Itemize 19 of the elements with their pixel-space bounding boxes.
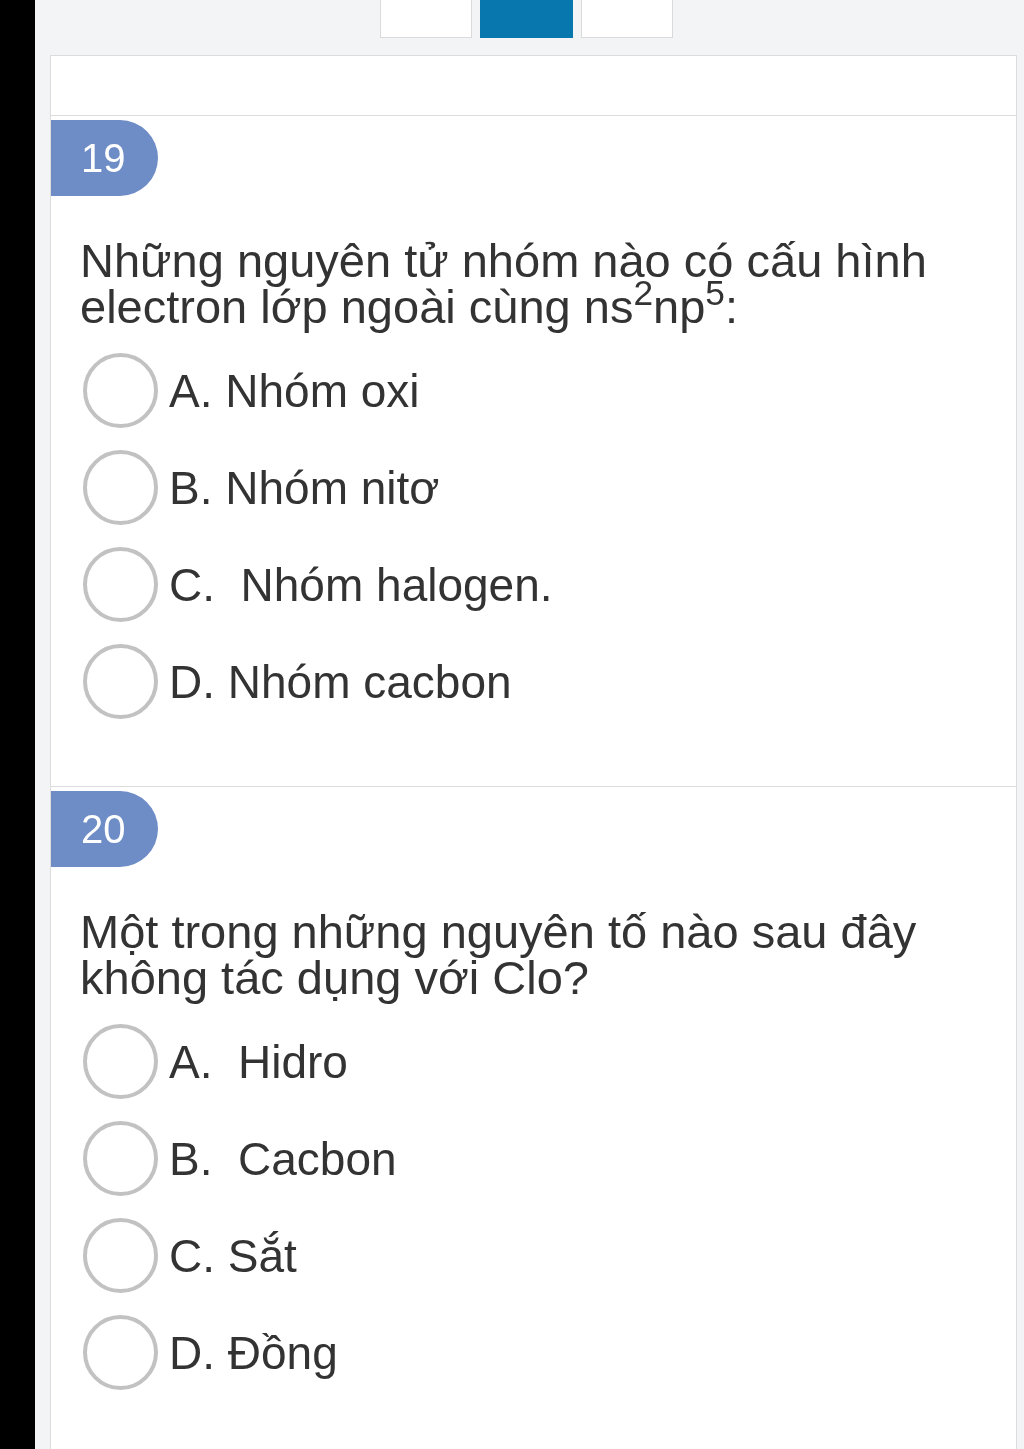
radio-button[interactable] — [83, 547, 158, 622]
option-label: C. Nhóm halogen. — [169, 557, 553, 612]
page-button[interactable] — [480, 0, 573, 38]
option-label: B. Nhóm nitơ — [169, 460, 440, 515]
option-label: D. Nhóm cacbon — [169, 654, 512, 709]
radio-button[interactable] — [83, 353, 158, 428]
option-label: A. Hidro — [169, 1034, 348, 1089]
question-number: 19 — [51, 120, 158, 196]
radio-button[interactable] — [83, 1024, 158, 1099]
option-label: C. Sắt — [169, 1228, 297, 1283]
radio-button[interactable] — [83, 450, 158, 525]
option-label: B. Cacbon — [169, 1131, 397, 1186]
option-label: A. Nhóm oxi — [169, 363, 420, 418]
option-label: D. Đồng — [169, 1325, 338, 1380]
radio-button[interactable] — [83, 1218, 158, 1293]
radio-button[interactable] — [83, 1121, 158, 1196]
radio-button[interactable] — [83, 644, 158, 719]
question-number: 20 — [51, 791, 158, 867]
radio-button[interactable] — [83, 1315, 158, 1390]
